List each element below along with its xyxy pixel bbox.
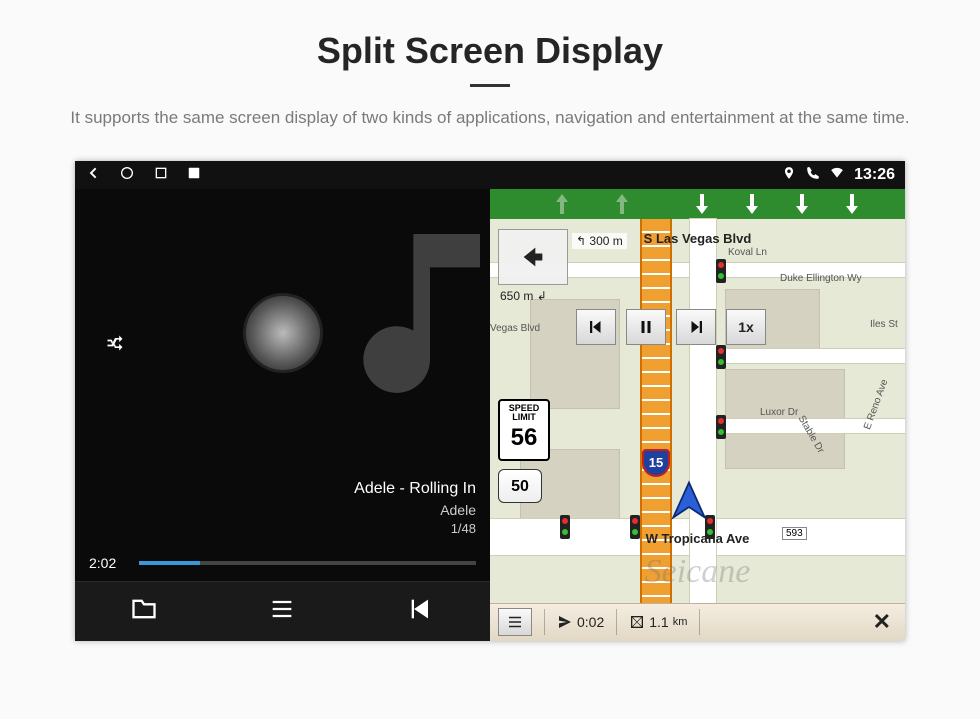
shuffle-button[interactable]	[105, 333, 125, 358]
map-next-button[interactable]	[676, 309, 716, 345]
lane-arrow-active-icon	[840, 192, 864, 216]
interstate-shield: 15	[642, 449, 670, 477]
elapsed-time: 2:02	[89, 555, 129, 571]
phone-icon	[806, 166, 820, 183]
lane-arrow-active-icon	[690, 192, 714, 216]
segment-distance: 650 m ↲	[500, 289, 547, 303]
map-pause-button[interactable]	[626, 309, 666, 345]
recents-icon[interactable]	[153, 165, 169, 184]
map-pane[interactable]: W Tropicana Ave Vegas Blvd Koval Ln Duke…	[490, 189, 905, 641]
track-index: 1/48	[89, 520, 476, 538]
map-label: Iles St	[870, 319, 898, 330]
traffic-light-icon	[630, 515, 640, 539]
map-bottom-bar: 0:02 1.1 km ✕	[490, 603, 905, 641]
music-bottom-bar	[75, 581, 490, 641]
next-turn-box[interactable]	[498, 229, 568, 285]
music-pane: Adele - Rolling In Adele 1/48 2:02	[75, 189, 490, 641]
vehicle-marker-icon	[668, 479, 710, 521]
map-controls: 1x	[576, 309, 766, 345]
status-bar: 13:26	[75, 161, 905, 189]
speed-limit-sign: SPEED LIMIT 56	[498, 399, 550, 461]
lane-arrow-icon	[550, 192, 574, 216]
map-label: Luxor Dr	[760, 407, 798, 418]
map-menu-button[interactable]	[498, 608, 532, 636]
seek-bar[interactable]	[139, 561, 476, 565]
highway-shield: 50	[498, 469, 542, 503]
traffic-light-icon	[716, 345, 726, 369]
page-title: Split Screen Display	[0, 0, 980, 72]
progress-row: 2:02	[75, 549, 490, 581]
traffic-light-icon	[716, 259, 726, 283]
folder-button[interactable]	[130, 595, 158, 628]
lane-guidance-bar	[490, 189, 905, 219]
lane-arrow-icon	[610, 192, 634, 216]
trip-distance: 1.1 km	[629, 614, 687, 630]
map-prev-button[interactable]	[576, 309, 616, 345]
map-speed-button[interactable]: 1x	[726, 309, 766, 345]
home-icon[interactable]	[119, 165, 135, 184]
map-close-button[interactable]: ✕	[867, 609, 897, 635]
title-underline	[470, 84, 510, 87]
track-artist: Adele	[89, 501, 476, 521]
gallery-icon[interactable]	[187, 166, 201, 183]
street-label-top: S Las Vegas Blvd	[638, 229, 758, 248]
lane-arrow-active-icon	[740, 192, 764, 216]
previous-button[interactable]	[407, 595, 435, 628]
traffic-light-icon	[716, 415, 726, 439]
location-icon	[782, 166, 796, 183]
play-disc-button[interactable]	[243, 293, 323, 373]
map-label: Koval Ln	[728, 247, 767, 258]
back-icon[interactable]	[85, 165, 101, 184]
wifi-icon	[830, 166, 844, 183]
map-label: Vegas Blvd	[490, 323, 540, 334]
next-turn-distance: ↰ 300 m	[572, 233, 627, 249]
map-label: Duke Ellington Wy	[780, 273, 862, 284]
lane-arrow-active-icon	[790, 192, 814, 216]
trip-time: 0:02	[557, 614, 604, 630]
traffic-light-icon	[560, 515, 570, 539]
device-frame: 13:26 Adele - Rolling In Adele 1/48 2:02	[75, 161, 905, 641]
track-title: Adele - Rolling In	[89, 478, 476, 500]
clock-text: 13:26	[854, 166, 895, 184]
playlist-button[interactable]	[268, 595, 296, 628]
route-badge-593: 593	[782, 527, 807, 540]
street-label-bottom: W Tropicana Ave	[640, 529, 756, 548]
page-subtitle: It supports the same screen display of t…	[40, 105, 940, 131]
album-art-area	[75, 189, 490, 479]
